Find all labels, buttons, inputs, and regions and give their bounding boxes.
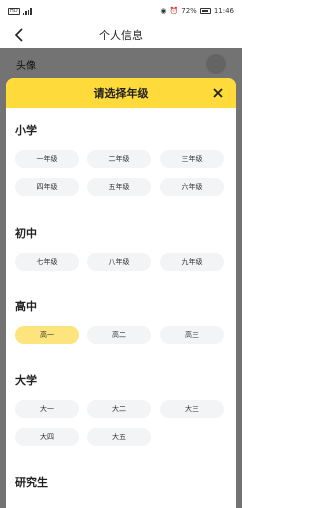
section-title-primary: 小学 — [15, 124, 37, 137]
status-left: HD — [8, 7, 32, 15]
grade-chip[interactable]: 九年级 — [160, 253, 224, 271]
signal-icon — [22, 7, 32, 15]
grade-chip[interactable]: 大五 — [87, 428, 151, 446]
status-right: ◉ ⏰ 72% 11:46 — [160, 7, 234, 15]
grade-chip[interactable]: 三年级 — [160, 150, 224, 168]
section-title-senior: 高中 — [15, 300, 37, 313]
grade-chip[interactable]: 一年级 — [15, 150, 79, 168]
hd-indicator: HD — [8, 7, 20, 15]
grade-chip[interactable]: 七年级 — [15, 253, 79, 271]
grade-chip[interactable]: 高三 — [160, 326, 224, 344]
grade-chip[interactable]: 大三 — [160, 400, 224, 418]
alarm-icon: ⏰ — [169, 7, 179, 15]
status-time: 11:46 — [213, 7, 234, 15]
grade-chip[interactable]: 六年级 — [160, 178, 224, 196]
page-title: 个人信息 — [99, 29, 143, 42]
grade-chip[interactable]: 大四 — [15, 428, 79, 446]
grade-picker-sheet: 请选择年级 小学 一年级 二年级 三年级 四年级 五年级 六年级 初中 七年级 … — [6, 78, 236, 508]
grade-chip-selected[interactable]: 高一 — [15, 326, 79, 344]
grade-chip[interactable]: 八年级 — [87, 253, 151, 271]
section-title-junior: 初中 — [15, 227, 37, 240]
grade-chip[interactable]: 大二 — [87, 400, 151, 418]
section-title-graduate: 研究生 — [15, 476, 48, 489]
sheet-title: 请选择年级 — [93, 87, 149, 100]
grade-chip[interactable]: 五年级 — [87, 178, 151, 196]
eye-icon: ◉ — [160, 7, 167, 15]
sheet-header: 请选择年级 — [6, 78, 236, 108]
battery-icon — [199, 8, 211, 14]
back-arrow-icon[interactable] — [12, 27, 28, 43]
grade-chip[interactable]: 大一 — [15, 400, 79, 418]
battery-percent: 72% — [181, 7, 197, 15]
grade-chip[interactable]: 四年级 — [15, 178, 79, 196]
grade-chip[interactable]: 二年级 — [87, 150, 151, 168]
nav-bar: 个人信息 — [0, 22, 242, 48]
close-icon[interactable] — [212, 87, 224, 99]
grade-chip[interactable]: 高二 — [87, 326, 151, 344]
section-title-university: 大学 — [15, 374, 37, 387]
status-bar: HD ◉ ⏰ 72% 11:46 — [0, 0, 242, 22]
